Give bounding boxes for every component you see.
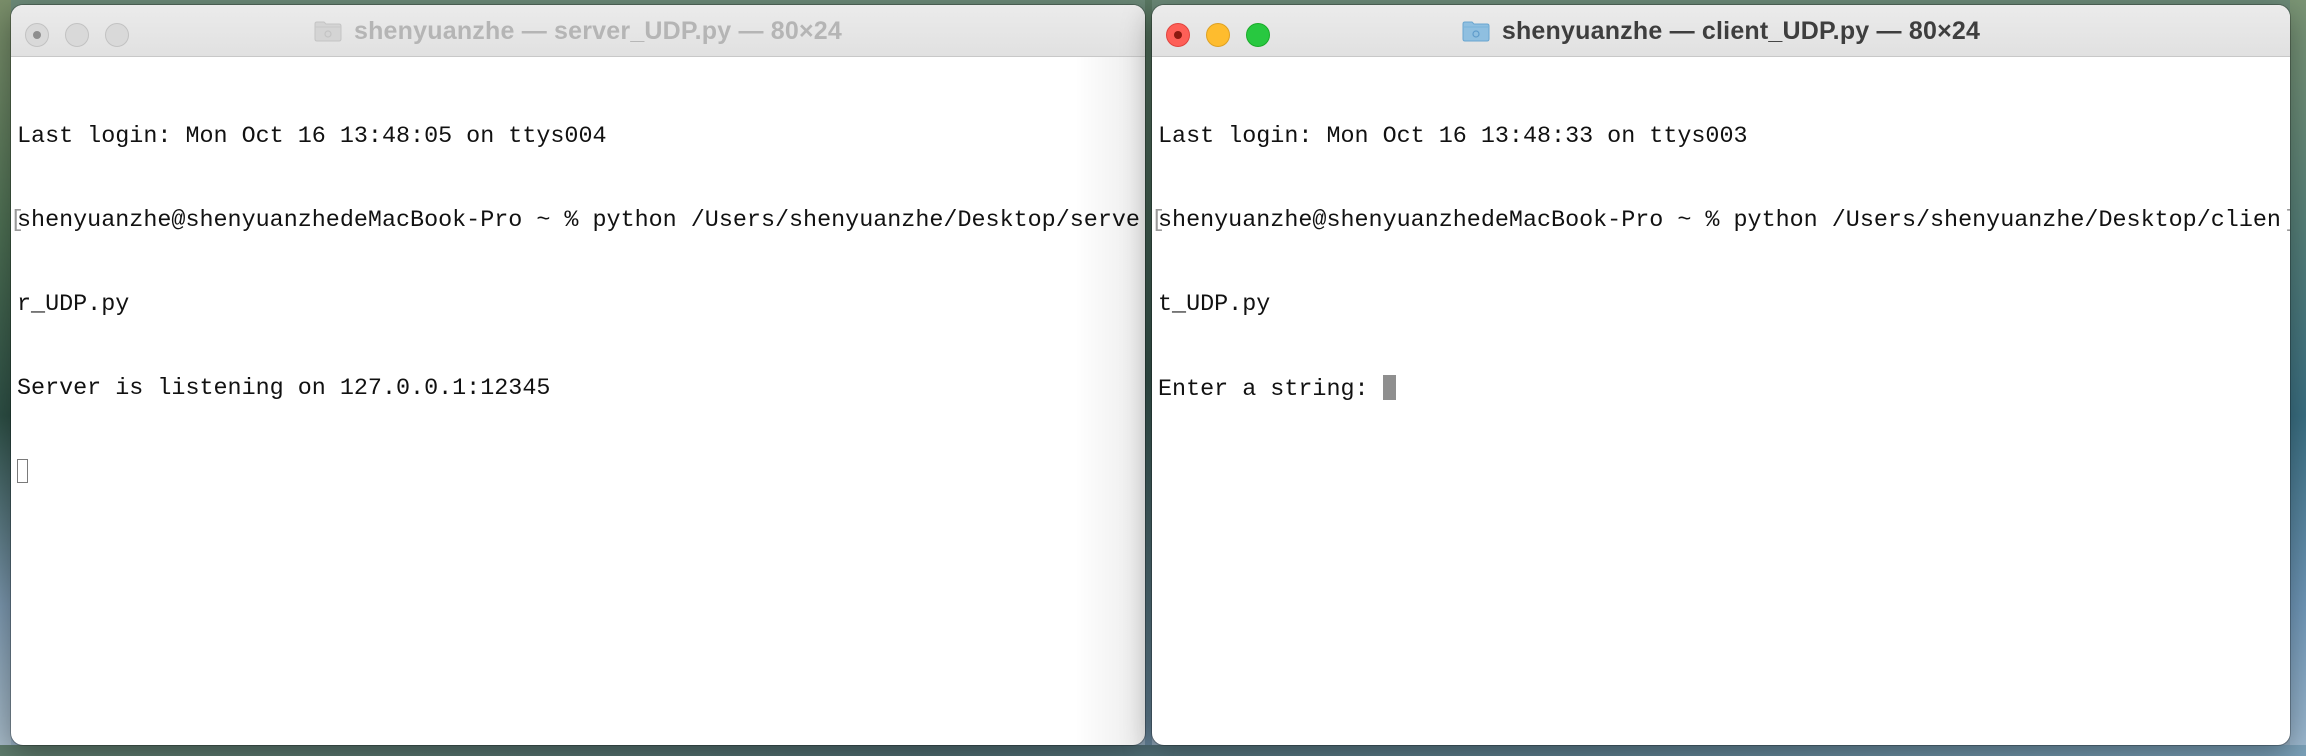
folder-icon bbox=[1462, 20, 1490, 42]
terminal-window-server[interactable]: shenyuanzhe — server_UDP.py — 80×24 Last… bbox=[11, 5, 1145, 745]
window-title: shenyuanzhe — client_UDP.py — 80×24 bbox=[1152, 5, 2290, 57]
terminal-line-text: shenyuanzhe@shenyuanzhedeMacBook-Pro ~ %… bbox=[17, 208, 1140, 234]
window-title: shenyuanzhe — server_UDP.py — 80×24 bbox=[11, 5, 1145, 57]
prompt-text: Enter a string: bbox=[1158, 377, 1383, 403]
terminal-output[interactable]: Last login: Mon Oct 16 13:48:05 on ttys0… bbox=[11, 57, 1145, 543]
terminal-output[interactable]: Last login: Mon Oct 16 13:48:33 on ttys0… bbox=[1152, 57, 2290, 459]
window-title-text: shenyuanzhe — server_UDP.py — 80×24 bbox=[353, 16, 843, 45]
wrap-marker-right: ] bbox=[2284, 207, 2290, 235]
wrap-marker-left: [ bbox=[1152, 208, 1166, 234]
terminal-line: Server is listening on 127.0.0.1:12345 bbox=[17, 376, 551, 402]
titlebar[interactable]: shenyuanzhe — server_UDP.py — 80×24 bbox=[11, 5, 1145, 57]
desktop-wallpaper-gap bbox=[1145, 0, 1152, 756]
wrap-marker-left: [ bbox=[11, 208, 25, 234]
wrap-marker-right: ] bbox=[1143, 207, 1145, 235]
titlebar[interactable]: shenyuanzhe — client_UDP.py — 80×24 bbox=[1152, 5, 2290, 57]
terminal-line: Last login: Mon Oct 16 13:48:05 on ttys0… bbox=[17, 124, 607, 150]
terminal-cursor-line bbox=[17, 459, 1139, 487]
desktop-wallpaper-right bbox=[2290, 0, 2306, 756]
terminal-line: Last login: Mon Oct 16 13:48:33 on ttys0… bbox=[1158, 124, 1748, 150]
terminal-line-wrapped: [shenyuanzhe@shenyuanzhedeMacBook-Pro ~ … bbox=[11, 207, 1145, 235]
window-title-text: shenyuanzhe — client_UDP.py — 80×24 bbox=[1501, 16, 1981, 45]
terminal-line: r_UDP.py bbox=[17, 292, 130, 318]
desktop-wallpaper-bottom bbox=[0, 745, 2306, 756]
terminal-prompt-line[interactable]: Enter a string: bbox=[1158, 375, 2284, 403]
terminal-line: t_UDP.py bbox=[1158, 292, 1271, 318]
desktop-wallpaper-left bbox=[0, 0, 11, 756]
terminal-window-client[interactable]: shenyuanzhe — client_UDP.py — 80×24 Last… bbox=[1152, 5, 2290, 745]
cursor bbox=[17, 459, 28, 483]
folder-icon bbox=[314, 20, 342, 42]
cursor bbox=[1382, 375, 1396, 400]
terminal-line-wrapped: [shenyuanzhe@shenyuanzhedeMacBook-Pro ~ … bbox=[1152, 207, 2290, 235]
terminal-line-text: shenyuanzhe@shenyuanzhedeMacBook-Pro ~ %… bbox=[1158, 208, 2281, 234]
